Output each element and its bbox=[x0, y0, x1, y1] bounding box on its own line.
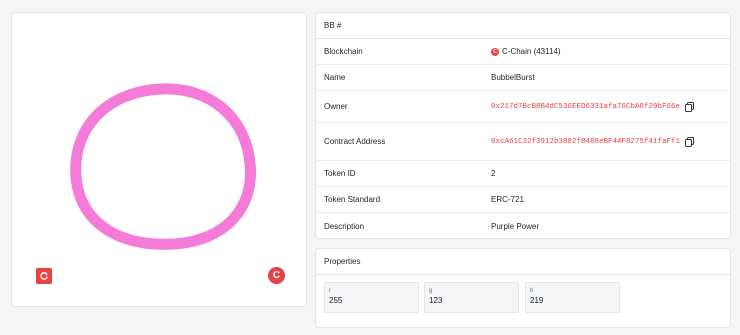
detail-row-name: Name BubbelBurst bbox=[316, 65, 730, 91]
property-box-r: r 255 bbox=[324, 282, 419, 313]
copy-icon[interactable] bbox=[685, 136, 695, 147]
contract-address-link[interactable]: 0xcA61C32f3912b3882fB488eBF44F8275f41faF… bbox=[491, 138, 680, 146]
property-key: r bbox=[329, 288, 331, 294]
property-box-g: g 123 bbox=[424, 282, 519, 313]
detail-row-contract: Contract Address 0xcA61C32f3912b3882fB48… bbox=[316, 123, 730, 161]
owner-address-link[interactable]: 0x217d7BcB8B4dC536EED6331afa76CbA8f29bF6… bbox=[491, 103, 680, 111]
pink-ring bbox=[70, 83, 257, 250]
nft-image-card: C bbox=[11, 12, 307, 307]
c-chain-icon: C bbox=[491, 47, 499, 56]
detail-label: Contract Address bbox=[324, 137, 386, 146]
name-value: BubbelBurst bbox=[491, 73, 535, 82]
detail-row-token-id: Token ID 2 bbox=[316, 161, 730, 187]
detail-label: Blockchain bbox=[324, 47, 363, 56]
detail-row-blockchain: Blockchain C C-Chain (43114) bbox=[316, 39, 730, 65]
nft-image bbox=[70, 83, 257, 250]
blockchain-value: C-Chain (43114) bbox=[502, 47, 561, 56]
detail-label: Owner bbox=[324, 102, 348, 111]
refresh-icon[interactable] bbox=[36, 268, 52, 284]
property-box-b: b 219 bbox=[525, 282, 620, 313]
property-key: b bbox=[530, 288, 534, 294]
property-key: g bbox=[429, 288, 433, 294]
detail-label: Token ID bbox=[324, 169, 356, 178]
property-value: 219 bbox=[530, 296, 544, 305]
copy-icon[interactable] bbox=[685, 101, 695, 112]
detail-value: 0xcA61C32f3912b3882fB488eBF44F8275f41faF… bbox=[491, 136, 695, 147]
detail-row-token-standard: Token Standard ERC-721 bbox=[316, 187, 730, 213]
property-value: 123 bbox=[429, 296, 443, 305]
detail-row-description: Description Purple Power bbox=[316, 213, 730, 239]
properties-card: Properties r 255 g 123 b 219 bbox=[315, 248, 731, 328]
token-standard-value: ERC-721 bbox=[491, 195, 524, 204]
detail-value: 0x217d7BcB8B4dC536EED6331afa76CbA8f29bF6… bbox=[491, 101, 695, 112]
detail-value: C C-Chain (43114) bbox=[491, 47, 561, 56]
detail-label: Token Standard bbox=[324, 195, 381, 204]
detail-row-owner: Owner 0x217d7BcB8B4dC536EED6331afa76CbA8… bbox=[316, 91, 730, 123]
detail-label: Name bbox=[324, 73, 346, 82]
properties-title: Properties bbox=[316, 249, 730, 275]
nft-title: BB # bbox=[316, 13, 730, 39]
c-chain-badge: C bbox=[268, 267, 285, 284]
token-id-value: 2 bbox=[491, 169, 496, 178]
description-value: Purple Power bbox=[491, 221, 540, 231]
nft-details-card: BB # Blockchain C C-Chain (43114) Name B… bbox=[315, 12, 731, 239]
property-value: 255 bbox=[329, 296, 343, 305]
detail-label: Description bbox=[324, 221, 365, 231]
